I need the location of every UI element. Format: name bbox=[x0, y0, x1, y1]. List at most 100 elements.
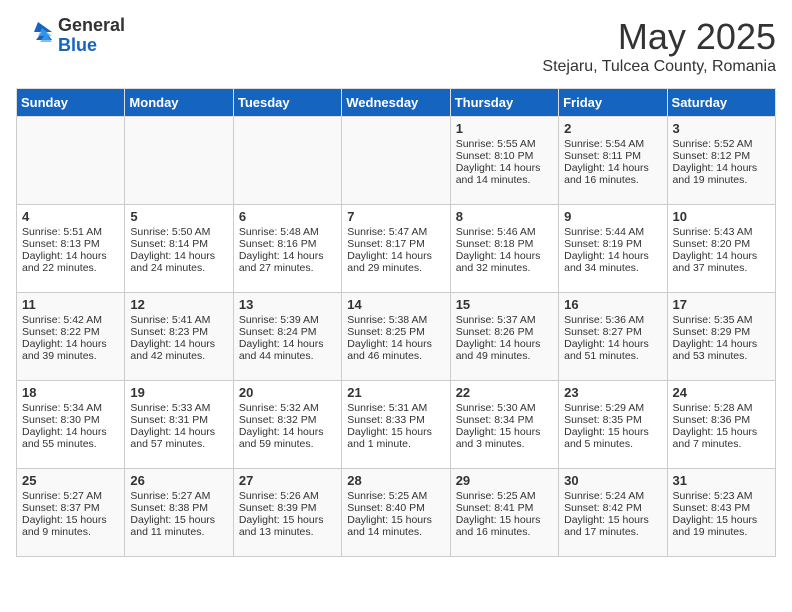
day-number: 27 bbox=[239, 473, 336, 488]
day-number: 25 bbox=[22, 473, 119, 488]
daylight-text: Daylight: 14 hours and 51 minutes. bbox=[564, 338, 649, 362]
sunset-text: Sunset: 8:19 PM bbox=[564, 238, 642, 250]
daylight-text: Daylight: 14 hours and 49 minutes. bbox=[456, 338, 541, 362]
sunset-text: Sunset: 8:34 PM bbox=[456, 414, 534, 426]
daylight-text: Daylight: 14 hours and 57 minutes. bbox=[130, 426, 215, 450]
sunrise-text: Sunrise: 5:31 AM bbox=[347, 402, 427, 414]
sunrise-text: Sunrise: 5:27 AM bbox=[130, 490, 210, 502]
sunset-text: Sunset: 8:42 PM bbox=[564, 502, 642, 514]
sunset-text: Sunset: 8:30 PM bbox=[22, 414, 100, 426]
sunset-text: Sunset: 8:13 PM bbox=[22, 238, 100, 250]
sunrise-text: Sunrise: 5:46 AM bbox=[456, 226, 536, 238]
calendar-cell: 7 Sunrise: 5:47 AM Sunset: 8:17 PM Dayli… bbox=[342, 205, 450, 293]
daylight-text: Daylight: 15 hours and 5 minutes. bbox=[564, 426, 649, 450]
day-number: 29 bbox=[456, 473, 553, 488]
calendar-cell bbox=[17, 117, 125, 205]
calendar-cell: 18 Sunrise: 5:34 AM Sunset: 8:30 PM Dayl… bbox=[17, 381, 125, 469]
sunrise-text: Sunrise: 5:54 AM bbox=[564, 138, 644, 150]
calendar-cell: 9 Sunrise: 5:44 AM Sunset: 8:19 PM Dayli… bbox=[559, 205, 667, 293]
day-number: 8 bbox=[456, 209, 553, 224]
calendar-cell: 14 Sunrise: 5:38 AM Sunset: 8:25 PM Dayl… bbox=[342, 293, 450, 381]
day-number: 23 bbox=[564, 385, 661, 400]
sunset-text: Sunset: 8:16 PM bbox=[239, 238, 317, 250]
calendar-cell: 10 Sunrise: 5:43 AM Sunset: 8:20 PM Dayl… bbox=[667, 205, 775, 293]
calendar-cell: 21 Sunrise: 5:31 AM Sunset: 8:33 PM Dayl… bbox=[342, 381, 450, 469]
calendar-cell: 19 Sunrise: 5:33 AM Sunset: 8:31 PM Dayl… bbox=[125, 381, 233, 469]
day-number: 2 bbox=[564, 121, 661, 136]
calendar-cell: 4 Sunrise: 5:51 AM Sunset: 8:13 PM Dayli… bbox=[17, 205, 125, 293]
day-number: 18 bbox=[22, 385, 119, 400]
day-number: 10 bbox=[673, 209, 770, 224]
calendar-cell: 15 Sunrise: 5:37 AM Sunset: 8:26 PM Dayl… bbox=[450, 293, 558, 381]
sunrise-text: Sunrise: 5:26 AM bbox=[239, 490, 319, 502]
sunset-text: Sunset: 8:26 PM bbox=[456, 326, 534, 338]
sunrise-text: Sunrise: 5:47 AM bbox=[347, 226, 427, 238]
sunrise-text: Sunrise: 5:48 AM bbox=[239, 226, 319, 238]
calendar-cell: 23 Sunrise: 5:29 AM Sunset: 8:35 PM Dayl… bbox=[559, 381, 667, 469]
daylight-text: Daylight: 15 hours and 19 minutes. bbox=[673, 514, 758, 538]
daylight-text: Daylight: 14 hours and 37 minutes. bbox=[673, 250, 758, 274]
calendar-week-row: 1 Sunrise: 5:55 AM Sunset: 8:10 PM Dayli… bbox=[17, 117, 776, 205]
calendar-cell: 8 Sunrise: 5:46 AM Sunset: 8:18 PM Dayli… bbox=[450, 205, 558, 293]
sunset-text: Sunset: 8:40 PM bbox=[347, 502, 425, 514]
day-number: 11 bbox=[22, 297, 119, 312]
daylight-text: Daylight: 14 hours and 59 minutes. bbox=[239, 426, 324, 450]
sunrise-text: Sunrise: 5:41 AM bbox=[130, 314, 210, 326]
calendar-cell: 29 Sunrise: 5:25 AM Sunset: 8:41 PM Dayl… bbox=[450, 469, 558, 557]
calendar-cell: 5 Sunrise: 5:50 AM Sunset: 8:14 PM Dayli… bbox=[125, 205, 233, 293]
logo-icon bbox=[16, 18, 52, 54]
sunrise-text: Sunrise: 5:29 AM bbox=[564, 402, 644, 414]
sunset-text: Sunset: 8:32 PM bbox=[239, 414, 317, 426]
sunrise-text: Sunrise: 5:34 AM bbox=[22, 402, 102, 414]
calendar-cell: 22 Sunrise: 5:30 AM Sunset: 8:34 PM Dayl… bbox=[450, 381, 558, 469]
calendar-cell: 3 Sunrise: 5:52 AM Sunset: 8:12 PM Dayli… bbox=[667, 117, 775, 205]
sunset-text: Sunset: 8:38 PM bbox=[130, 502, 208, 514]
calendar-cell: 20 Sunrise: 5:32 AM Sunset: 8:32 PM Dayl… bbox=[233, 381, 341, 469]
day-number: 20 bbox=[239, 385, 336, 400]
daylight-text: Daylight: 15 hours and 17 minutes. bbox=[564, 514, 649, 538]
daylight-text: Daylight: 15 hours and 7 minutes. bbox=[673, 426, 758, 450]
calendar-cell: 28 Sunrise: 5:25 AM Sunset: 8:40 PM Dayl… bbox=[342, 469, 450, 557]
sunset-text: Sunset: 8:17 PM bbox=[347, 238, 425, 250]
daylight-text: Daylight: 15 hours and 9 minutes. bbox=[22, 514, 107, 538]
sunrise-text: Sunrise: 5:23 AM bbox=[673, 490, 753, 502]
daylight-text: Daylight: 14 hours and 19 minutes. bbox=[673, 162, 758, 186]
daylight-text: Daylight: 14 hours and 42 minutes. bbox=[130, 338, 215, 362]
sunset-text: Sunset: 8:25 PM bbox=[347, 326, 425, 338]
daylight-text: Daylight: 14 hours and 16 minutes. bbox=[564, 162, 649, 186]
day-number: 3 bbox=[673, 121, 770, 136]
day-number: 22 bbox=[456, 385, 553, 400]
sunset-text: Sunset: 8:35 PM bbox=[564, 414, 642, 426]
location-subtitle: Stejaru, Tulcea County, Romania bbox=[542, 58, 776, 76]
sunset-text: Sunset: 8:31 PM bbox=[130, 414, 208, 426]
day-number: 4 bbox=[22, 209, 119, 224]
sunrise-text: Sunrise: 5:28 AM bbox=[673, 402, 753, 414]
daylight-text: Daylight: 14 hours and 24 minutes. bbox=[130, 250, 215, 274]
sunset-text: Sunset: 8:29 PM bbox=[673, 326, 751, 338]
daylight-text: Daylight: 14 hours and 46 minutes. bbox=[347, 338, 432, 362]
sunrise-text: Sunrise: 5:24 AM bbox=[564, 490, 644, 502]
sunrise-text: Sunrise: 5:50 AM bbox=[130, 226, 210, 238]
daylight-text: Daylight: 15 hours and 14 minutes. bbox=[347, 514, 432, 538]
day-number: 19 bbox=[130, 385, 227, 400]
sunset-text: Sunset: 8:20 PM bbox=[673, 238, 751, 250]
sunrise-text: Sunrise: 5:55 AM bbox=[456, 138, 536, 150]
calendar-cell: 2 Sunrise: 5:54 AM Sunset: 8:11 PM Dayli… bbox=[559, 117, 667, 205]
sunset-text: Sunset: 8:10 PM bbox=[456, 150, 534, 162]
day-number: 13 bbox=[239, 297, 336, 312]
calendar-cell bbox=[125, 117, 233, 205]
sunset-text: Sunset: 8:18 PM bbox=[456, 238, 534, 250]
daylight-text: Daylight: 14 hours and 32 minutes. bbox=[456, 250, 541, 274]
sunrise-text: Sunrise: 5:43 AM bbox=[673, 226, 753, 238]
daylight-text: Daylight: 14 hours and 44 minutes. bbox=[239, 338, 324, 362]
day-number: 17 bbox=[673, 297, 770, 312]
daylight-text: Daylight: 14 hours and 53 minutes. bbox=[673, 338, 758, 362]
daylight-text: Daylight: 14 hours and 39 minutes. bbox=[22, 338, 107, 362]
sunrise-text: Sunrise: 5:42 AM bbox=[22, 314, 102, 326]
calendar-cell: 26 Sunrise: 5:27 AM Sunset: 8:38 PM Dayl… bbox=[125, 469, 233, 557]
calendar-header-monday: Monday bbox=[125, 89, 233, 117]
sunrise-text: Sunrise: 5:39 AM bbox=[239, 314, 319, 326]
day-number: 15 bbox=[456, 297, 553, 312]
calendar-header-sunday: Sunday bbox=[17, 89, 125, 117]
day-number: 16 bbox=[564, 297, 661, 312]
